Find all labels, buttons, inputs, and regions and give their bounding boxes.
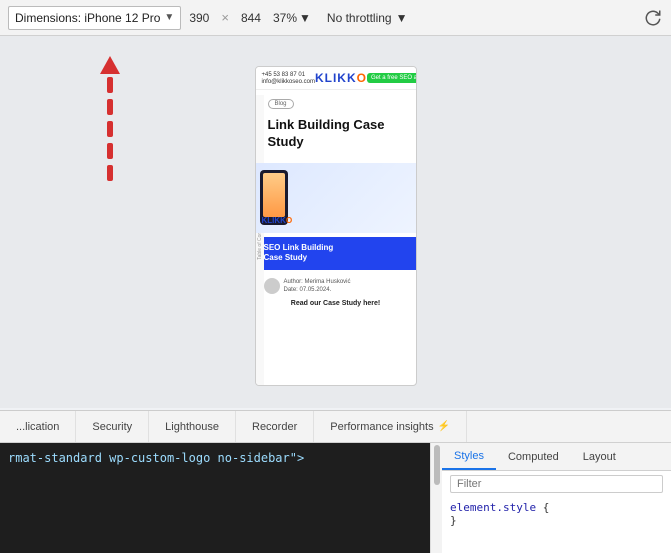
tab-security[interactable]: Security [76, 411, 149, 442]
device-toolbar: Dimensions: iPhone 12 Pro ▼ 390 × 844 37… [0, 0, 671, 36]
mobile-preview: +45 53 83 87 01 info@klikkoseo.com KLIKK… [255, 66, 417, 386]
mobile-body-content: Blog Link Building Case Study [256, 90, 416, 159]
css-close-brace: } [450, 514, 457, 527]
mobile-contact-info: +45 53 83 87 01 info@klikkoseo.com [262, 72, 315, 85]
read-more-link: Read our Case Study here! [256, 298, 416, 309]
scrollbar[interactable] [430, 443, 442, 553]
filter-area [442, 471, 671, 497]
tab-performance-insights[interactable]: Performance insights ⚡ [314, 411, 467, 442]
css-open-brace: { [543, 501, 550, 514]
blog-tag: Blog [268, 99, 294, 109]
styles-panel: Styles Computed Layout element.style { } [442, 443, 671, 553]
mobile-logo: KLIKKO [315, 71, 367, 85]
mobile-author: Author: Merima Husković Date: 07.05.2024… [256, 274, 416, 299]
klikko-logo-small: KLIKKO [262, 216, 293, 225]
code-line-1: rmat-standard wp-custom-logo no-sidebar"… [8, 449, 422, 467]
zoom-value: 37% [273, 11, 297, 25]
author-name: Author: Merima Husković [284, 278, 351, 286]
mobile-email: info@klikkoseo.com [262, 79, 315, 85]
author-date: Date: 07.05.2024. [284, 286, 351, 294]
title-line1: Link Building Case [268, 117, 408, 134]
devtools-tab-bar: ...lication Security Lighthouse Recorder… [0, 411, 671, 443]
css-content: element.style { } [442, 497, 671, 531]
article-title: Link Building Case Study [268, 117, 408, 151]
phone-image [263, 173, 285, 217]
performance-icon: ⚡ [438, 421, 450, 432]
mobile-toc: Table of Contents [256, 95, 264, 385]
viewport-area: +45 53 83 87 01 info@klikkoseo.com KLIKK… [0, 36, 671, 408]
tab-styles[interactable]: Styles [442, 443, 496, 470]
arrow-dash-4 [107, 143, 113, 159]
arrow-dash-2 [107, 99, 113, 115]
filter-input[interactable] [450, 475, 663, 493]
width-value: 390 [189, 11, 209, 25]
arrow-dash-5 [107, 165, 113, 181]
dimension-separator: × [221, 10, 229, 25]
zoom-dropdown[interactable]: 37% ▼ [273, 11, 311, 25]
tab-lighthouse[interactable]: Lighthouse [149, 411, 236, 442]
devtools-content: rmat-standard wp-custom-logo no-sidebar"… [0, 443, 671, 553]
css-selector: element.style [450, 501, 536, 514]
mobile-cta-button: Get a free SEO analysis [367, 73, 417, 83]
cta-line2: Case Study [264, 253, 408, 263]
author-avatar [264, 278, 280, 294]
scroll-indicator [100, 56, 120, 184]
tab-recorder[interactable]: Recorder [236, 411, 314, 442]
throttle-label: No throttling [327, 11, 392, 25]
dimensions-label: Dimensions: iPhone 12 Pro [15, 11, 160, 25]
dimensions-dropdown[interactable]: Dimensions: iPhone 12 Pro ▼ [8, 6, 181, 30]
rotate-icon[interactable] [643, 8, 663, 28]
author-info: Author: Merima Husković Date: 07.05.2024… [284, 278, 351, 295]
mobile-phone: +45 53 83 87 01 [262, 72, 315, 78]
tab-layout[interactable]: Layout [571, 443, 628, 470]
mobile-cta-text: SEO Link Building Case Study [264, 243, 408, 264]
mobile-image-area: KLIKKO [256, 163, 416, 233]
devtools-panel: ...lication Security Lighthouse Recorder… [0, 410, 671, 553]
height-value: 844 [241, 11, 261, 25]
zoom-arrow: ▼ [299, 11, 311, 25]
styles-tab-bar: Styles Computed Layout [442, 443, 671, 471]
mobile-cta-bar: SEO Link Building Case Study [256, 237, 416, 270]
cta-line1: SEO Link Building [264, 243, 408, 253]
throttle-dropdown[interactable]: No throttling ▼ [327, 11, 408, 25]
mobile-header: +45 53 83 87 01 info@klikkoseo.com KLIKK… [256, 67, 416, 90]
code-panel: rmat-standard wp-custom-logo no-sidebar"… [0, 443, 430, 553]
arrow-dash-1 [107, 77, 113, 93]
arrow-dash-3 [107, 121, 113, 137]
tab-computed[interactable]: Computed [496, 443, 571, 470]
arrow-head [100, 56, 120, 74]
dimensions-arrow: ▼ [164, 12, 174, 23]
title-line2: Study [268, 134, 408, 151]
phone-screen [263, 173, 285, 217]
scrollbar-thumb[interactable] [434, 445, 440, 485]
tab-application[interactable]: ...lication [0, 411, 76, 442]
throttle-arrow: ▼ [396, 11, 408, 25]
